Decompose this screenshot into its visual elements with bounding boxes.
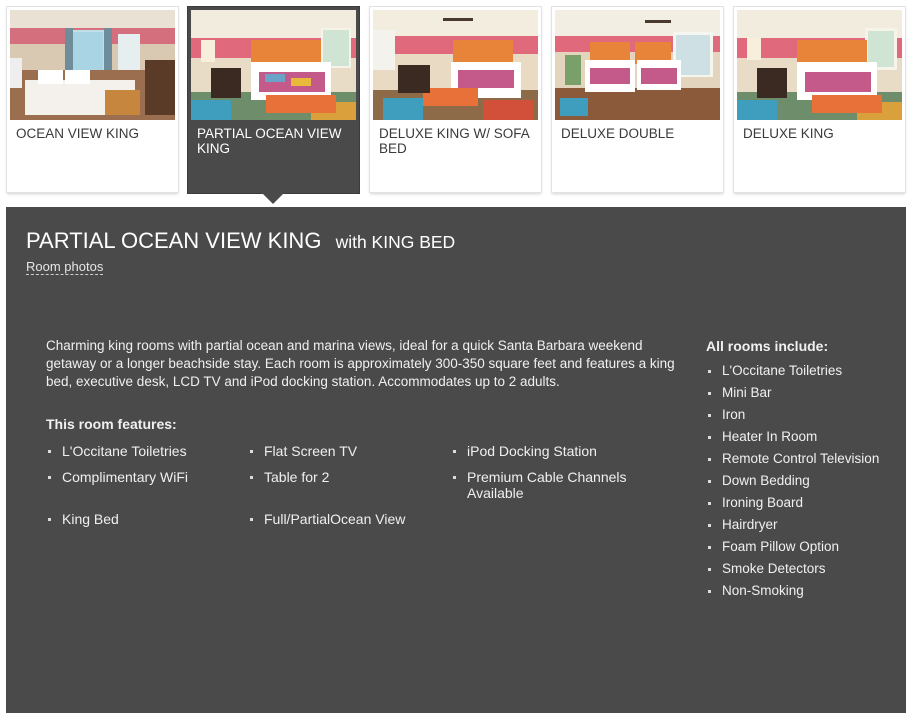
includes-item: Heater In Room	[708, 426, 902, 448]
tab-label: DELUXE KING w/ SOFA BED	[379, 126, 530, 156]
tab-partial-ocean-view-king[interactable]: PARTIAL OCEAN VIEW KING	[188, 7, 359, 193]
includes-item: Iron	[708, 404, 902, 426]
room-thumbnail-image	[191, 10, 356, 120]
tab-deluxe-king[interactable]: DELUXE KING	[734, 7, 905, 192]
tab-deluxe-king-sofa-bed[interactable]: DELUXE KING w/ SOFA BED	[370, 7, 541, 192]
tab-label: DELUXE KING	[743, 126, 834, 141]
tab-label: OCEAN VIEW KING	[16, 126, 140, 141]
feature-item: L'Occitane Toiletries	[48, 443, 252, 459]
room-thumbnail-image	[737, 10, 902, 120]
active-tab-pointer	[262, 193, 284, 204]
feature-item: Table for 2	[250, 469, 454, 485]
tab-label: DELUXE DOUBLE	[561, 126, 675, 141]
includes-list: L'Occitane Toiletries Mini Bar Iron Heat…	[708, 360, 902, 602]
room-description: Charming king rooms with partial ocean a…	[46, 338, 675, 389]
feature-item: Full/PartialOcean View	[250, 511, 454, 527]
includes-title: All rooms include:	[706, 338, 829, 354]
includes-item: Non-Smoking	[708, 580, 902, 602]
includes-item: Ironing Board	[708, 492, 902, 514]
tab-label: PARTIAL OCEAN VIEW KING	[197, 126, 342, 156]
includes-item: Foam Pillow Option	[708, 536, 902, 558]
feature-item: iPod Docking Station	[453, 443, 657, 459]
includes-item: Remote Control Television	[708, 448, 902, 470]
room-thumbnail-image	[10, 10, 175, 120]
includes-item: Mini Bar	[708, 382, 902, 404]
includes-item: L'Occitane Toiletries	[708, 360, 902, 382]
includes-item: Down Bedding	[708, 470, 902, 492]
room-type-tabs: OCEAN VIEW KING PARTIAL OCEAN VIEW KING …	[0, 0, 913, 207]
feature-item: King Bed	[48, 511, 252, 527]
room-details-panel: PARTIAL OCEAN VIEW KING with KING BED Ro…	[6, 207, 906, 713]
room-photos-link[interactable]: Room photos	[26, 259, 104, 275]
room-name: PARTIAL OCEAN VIEW KING	[26, 228, 322, 253]
feature-item: Premium Cable Channels Available	[453, 469, 647, 501]
room-thumbnail-image	[555, 10, 720, 120]
room-title: PARTIAL OCEAN VIEW KING with KING BED	[26, 228, 455, 254]
room-thumbnail-image	[373, 10, 538, 120]
tab-ocean-view-king[interactable]: OCEAN VIEW KING	[7, 7, 178, 192]
feature-item: Flat Screen TV	[250, 443, 454, 459]
tab-deluxe-double[interactable]: DELUXE DOUBLE	[552, 7, 723, 192]
feature-item: Complimentary WiFi	[48, 469, 252, 485]
includes-item: Smoke Detectors	[708, 558, 902, 580]
includes-item: Hairdryer	[708, 514, 902, 536]
room-bed-type: with KING BED	[335, 232, 456, 252]
features-title: This room features:	[46, 416, 177, 432]
